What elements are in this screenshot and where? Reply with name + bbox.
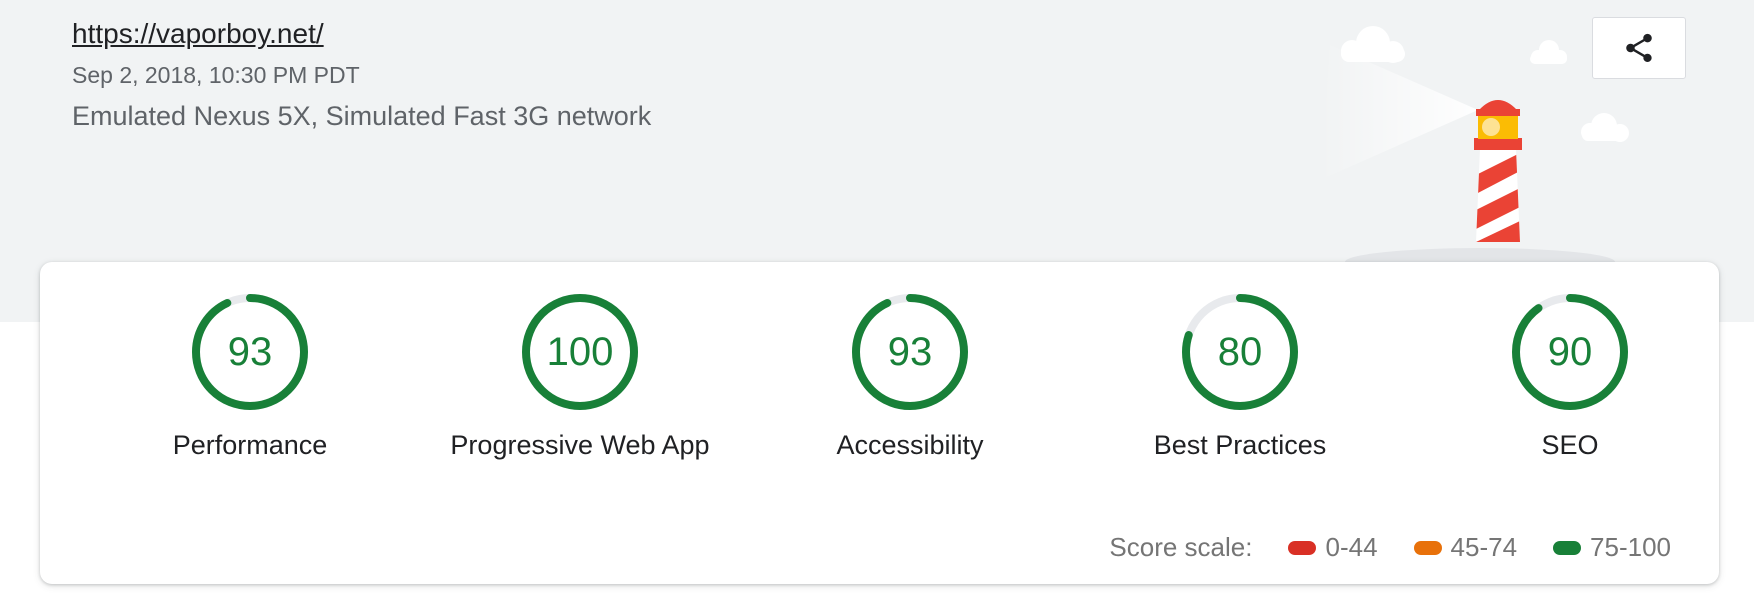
report-timestamp: Sep 2, 2018, 10:30 PM PDT [72,62,360,88]
gauge-ring: 93 [190,292,310,412]
gauge-ring: 93 [850,292,970,412]
gauge-ring: 90 [1510,292,1630,412]
score-scale-legend: Score scale: 0-44 45-74 75-100 [1109,532,1671,563]
gauge-label: Best Practices [1153,430,1327,460]
gauge-score: 90 [1547,329,1593,374]
gauge-best-practices[interactable]: 80 Best Practices [1110,292,1370,472]
gauge-label: Accessibility [836,430,984,460]
category-scores-card: 93 Performance 100 Progressive Web App 9… [40,262,1719,584]
share-button[interactable] [1592,17,1686,79]
gauge-label: Progressive Web App [450,430,710,460]
gauge-ring: 100 [520,292,640,412]
pass-pill-icon [1553,540,1582,555]
gauge-label: SEO [1541,430,1599,460]
scale-item-fail: 0-44 [1288,532,1378,563]
score-scale-label: Score scale: [1109,532,1253,562]
share-icon [1626,33,1652,63]
gauge-ring: 80 [1180,292,1300,412]
gauge-progressive-web-app[interactable]: 100 Progressive Web App [450,292,710,472]
gauge-score: 93 [887,329,933,374]
emulation-info: Emulated Nexus 5X, Simulated Fast 3G net… [72,101,652,131]
gauge-score: 93 [227,329,273,374]
scale-range: 75-100 [1590,532,1671,562]
scale-item-average: 45-74 [1413,532,1518,563]
gauge-accessibility[interactable]: 93 Accessibility [780,292,1040,472]
fail-pill-icon [1288,540,1317,555]
report-url-link[interactable]: https://vaporboy.net/ [72,18,324,50]
scale-item-pass: 75-100 [1553,532,1671,563]
scale-range: 0-44 [1325,532,1378,562]
gauge-seo[interactable]: 90 SEO [1440,292,1700,472]
scale-range: 45-74 [1450,532,1518,562]
gauge-score: 80 [1217,329,1263,374]
gauge-performance[interactable]: 93 Performance [120,292,380,472]
gauge-score: 100 [546,329,614,374]
average-pill-icon [1413,540,1442,555]
gauge-label: Performance [172,430,328,460]
